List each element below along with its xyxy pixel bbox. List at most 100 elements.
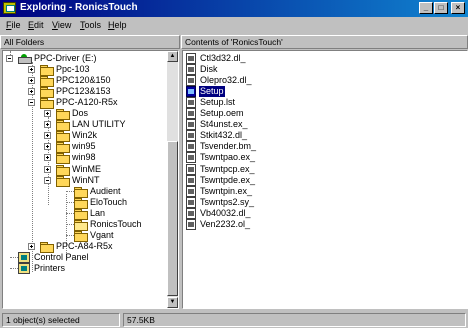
file-item[interactable]: Ctl3d32.dl_: [183, 53, 303, 64]
tree-item[interactable]: WinNT: [3, 174, 163, 187]
expand-plus-icon[interactable]: [44, 165, 51, 173]
file-icon: [186, 64, 196, 76]
contents-header[interactable]: Contents of 'RonicsTouch': [181, 35, 468, 49]
file-icon: [186, 53, 196, 64]
expand-plus-icon[interactable]: [44, 121, 51, 129]
file-item-label: Ctl3d32.dl_: [200, 53, 246, 63]
close-button[interactable]: ×: [451, 2, 465, 14]
tree-item[interactable]: LAN UTILITY: [3, 119, 163, 132]
tree-item-label: WinNT: [72, 174, 100, 185]
tree-item[interactable]: Ppc-103: [3, 64, 163, 77]
tree-item-label: PPC120&150: [56, 75, 111, 86]
menu-view[interactable]: View: [52, 20, 71, 30]
tree-item[interactable]: Vgant: [3, 229, 163, 242]
scroll-up-arrow-icon[interactable]: ▲: [167, 51, 178, 62]
file-item-label: Tswntpde.ex_: [200, 174, 256, 185]
all-folders-header[interactable]: All Folders: [0, 35, 180, 49]
explorer-window: Exploring - RonicsTouch _ □ × File Edit …: [0, 0, 468, 328]
printers-icon: [18, 262, 30, 274]
tree-item[interactable]: Control Panel: [3, 251, 163, 263]
tree-branch-line: [10, 267, 18, 269]
file-item[interactable]: Setup.oem: [183, 108, 303, 120]
tree-item-label: RonicsTouch: [90, 218, 142, 229]
file-item[interactable]: Stkit432.dl_: [183, 130, 303, 142]
tree-item[interactable]: RonicsTouch: [3, 218, 163, 231]
menu-file[interactable]: File: [6, 20, 21, 30]
tree-item-label: Printers: [34, 262, 66, 273]
status-selection: 1 object(s) selected: [2, 313, 120, 327]
collapse-minus-icon[interactable]: [28, 99, 35, 107]
scroll-down-arrow-icon[interactable]: ▼: [167, 297, 178, 308]
tree-item[interactable]: Audient: [3, 186, 163, 198]
folder-icon: [74, 230, 88, 242]
tree-branch-line: [66, 201, 74, 203]
tree-item-label: Win2k: [72, 130, 98, 141]
maximize-button[interactable]: □: [434, 2, 448, 14]
expand-plus-icon[interactable]: [28, 88, 35, 96]
tree-item[interactable]: PPC-A120-R5x: [3, 97, 163, 110]
expand-plus-icon[interactable]: [28, 66, 35, 74]
file-item[interactable]: Tsvender.bm_: [183, 141, 303, 153]
explorer-app-icon[interactable]: [3, 2, 16, 14]
file-item-label: Tswntpcp.ex_: [200, 163, 255, 174]
tree-item-label: WinME: [72, 163, 101, 174]
file-item[interactable]: Tswntps2.sy_: [183, 196, 303, 208]
file-item[interactable]: Setup.lst: [183, 97, 303, 109]
file-item[interactable]: Setup: [183, 86, 303, 98]
expand-plus-icon[interactable]: [28, 242, 35, 250]
minimize-button[interactable]: _: [419, 2, 433, 14]
file-icon: [186, 130, 196, 142]
file-item[interactable]: Disk: [183, 64, 303, 76]
folder-tree[interactable]: PPC-Driver (E:) Ppc-103 PPC120&150 PPC123&1…: [2, 50, 179, 309]
file-icon: [186, 97, 196, 109]
tree-item[interactable]: win95: [3, 141, 163, 154]
file-item[interactable]: St4unst.ex_: [183, 119, 303, 131]
tree-item[interactable]: Printers: [3, 262, 163, 274]
menu-bar: File Edit View Tools Help: [0, 18, 468, 33]
file-item[interactable]: Vb40032.dl_: [183, 207, 303, 219]
file-item[interactable]: Tswntpin.ex_: [183, 185, 303, 197]
file-item-label: Olepro32.dl_: [200, 75, 252, 86]
tree-item[interactable]: WinME: [3, 163, 163, 176]
tree-item[interactable]: Win2k: [3, 130, 163, 143]
file-item[interactable]: Tswntpao.ex_: [183, 152, 303, 164]
tree-item[interactable]: Dos: [3, 108, 163, 121]
tree-item-label: Ppc-103: [56, 64, 90, 75]
tree-item-label: Vgant: [90, 229, 114, 240]
tree-item-label: EloTouch: [90, 196, 128, 207]
file-item[interactable]: Tswntpde.ex_: [183, 174, 303, 186]
file-item-label: Tswntps2.sy_: [200, 196, 255, 207]
tree-vertical-scrollbar[interactable]: ▲ ▼: [167, 51, 178, 308]
tree-item[interactable]: win98: [3, 152, 163, 165]
file-list[interactable]: Ctl3d32.dl_ Disk Olepro32.dl_ Setup Setup.ls…: [182, 50, 468, 309]
scroll-thumb[interactable]: [167, 141, 178, 296]
title-bar[interactable]: Exploring - RonicsTouch _ □ ×: [0, 0, 468, 17]
file-item[interactable]: Ven2232.ol_: [183, 218, 303, 230]
tree-item-label: win95: [72, 141, 96, 152]
file-item[interactable]: Tswntpcp.ex_: [183, 163, 303, 175]
expand-plus-icon[interactable]: [44, 143, 51, 151]
tree-item[interactable]: PPC123&153: [3, 86, 163, 99]
menu-tools[interactable]: Tools: [80, 20, 101, 30]
control-panel-icon: [18, 251, 30, 263]
tree-item[interactable]: EloTouch: [3, 196, 163, 209]
tree-item-label: PPC-Driver (E:): [34, 53, 97, 63]
folder-icon: [74, 208, 88, 220]
menu-edit[interactable]: Edit: [28, 20, 44, 30]
folder-icon: [40, 76, 54, 88]
collapse-minus-icon[interactable]: [44, 176, 51, 184]
menu-help[interactable]: Help: [108, 20, 127, 30]
tree-item-label: PPC-A120-R5x: [56, 97, 118, 108]
tree-item[interactable]: PPC-A84-R5x: [3, 241, 163, 253]
tree-item[interactable]: PPC-Driver (E:): [3, 53, 163, 64]
tree-item-label: PPC123&153: [56, 86, 111, 97]
expand-plus-icon[interactable]: [28, 77, 35, 85]
collapse-minus-icon[interactable]: [6, 55, 13, 62]
expand-plus-icon[interactable]: [44, 110, 51, 118]
file-icon: [186, 196, 196, 208]
tree-item[interactable]: PPC120&150: [3, 75, 163, 88]
tree-item[interactable]: Lan: [3, 208, 163, 220]
expand-plus-icon[interactable]: [44, 132, 51, 140]
expand-plus-icon[interactable]: [44, 154, 51, 162]
file-item[interactable]: Olepro32.dl_: [183, 75, 303, 87]
